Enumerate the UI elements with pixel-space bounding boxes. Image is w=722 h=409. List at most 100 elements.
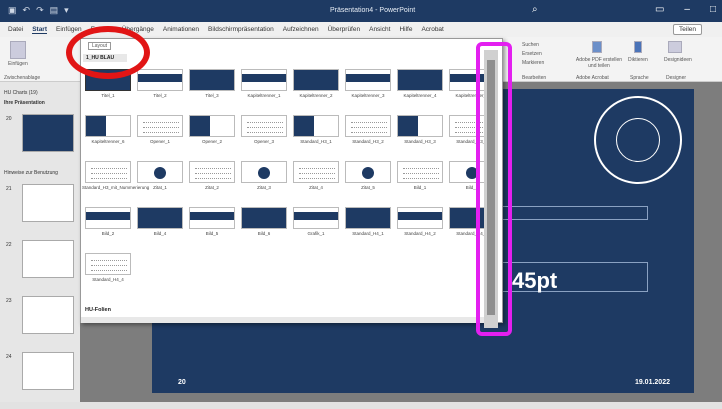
layout-option[interactable]: Standard_H3_2 <box>345 115 391 147</box>
layout-option-label: Opener_1 <box>149 139 170 144</box>
layout-option[interactable]: Kapiteltrenner_2 <box>293 69 339 101</box>
find-button[interactable]: Suchen <box>522 42 539 48</box>
layout-option-label: Standard_H3_3 <box>404 139 436 144</box>
slide-number: 20 <box>6 116 12 122</box>
layout-option[interactable]: Bild_6 <box>241 207 287 239</box>
layout-option-label: Bild_1 <box>413 185 427 190</box>
layout-option-label: Zitat_1 <box>153 185 167 190</box>
undo-icon[interactable]: ↶ <box>23 5 31 16</box>
slide-footer-date: 19.01.2022 <box>634 379 670 386</box>
slide-thumbnail-panel[interactable]: HU Charts (19) Ihre Präsentation 20 Hinw… <box>0 82 80 402</box>
layout-preview <box>137 69 183 91</box>
university-seal-logo <box>594 96 682 184</box>
layout-option-label: Titel_1 <box>101 93 115 98</box>
section-hinweise[interactable]: Hinweise zur Benutzung <box>4 170 58 176</box>
slide-thumbnail[interactable] <box>22 114 74 152</box>
layout-option-label: Kapiteltrenner_1 <box>247 93 281 98</box>
layout-option[interactable]: Standard_H4_1 <box>345 207 391 239</box>
layout-option[interactable]: Zitat_5 <box>345 161 391 193</box>
layout-preview <box>241 207 287 229</box>
layout-dropdown[interactable]: Layout <box>88 42 112 50</box>
layout-option-label: Bild_2 <box>101 231 115 236</box>
layout-preview <box>241 69 287 91</box>
layout-option[interactable]: Kapiteltrenner_3 <box>345 69 391 101</box>
slide-thumbnail[interactable] <box>22 184 74 222</box>
layout-option[interactable]: Standard_H3_mit_Nummerierung <box>82 161 149 193</box>
microphone-icon[interactable] <box>634 41 642 53</box>
group-designer: Designer <box>666 75 687 81</box>
layout-option[interactable]: Bild_5 <box>189 207 235 239</box>
layout-option[interactable]: Zitat_3 <box>241 161 287 193</box>
layout-option[interactable]: Opener_3 <box>241 115 287 147</box>
layout-option[interactable]: Bild_4 <box>137 207 183 239</box>
layout-option[interactable]: Zitat_1 <box>137 161 183 193</box>
select-button[interactable]: Markieren <box>522 60 544 66</box>
tab-datei[interactable]: Datei <box>8 26 23 33</box>
paste-icon[interactable] <box>10 41 26 59</box>
layout-option[interactable]: Standard_H4_4 <box>85 253 131 285</box>
paste-button-label[interactable]: Einfügen <box>8 61 28 67</box>
slide-number: 24 <box>6 354 12 360</box>
ribbon-display-icon[interactable]: ▭ <box>655 4 664 15</box>
save-icon[interactable]: ▣ <box>8 5 17 16</box>
tab-ansicht[interactable]: Ansicht <box>369 26 390 33</box>
layout-option[interactable]: Kapiteltrenner_1 <box>241 69 287 101</box>
designer-button[interactable]: Designideen <box>664 57 692 63</box>
designer-icon[interactable] <box>668 41 682 53</box>
slide-thumbnail[interactable] <box>22 240 74 278</box>
layout-preview <box>397 115 443 137</box>
tab-einfuegen[interactable]: Einfügen <box>56 26 82 33</box>
window-title: Präsentation4 - PowerPoint <box>330 7 416 14</box>
layout-option[interactable]: Standard_H4_2 <box>397 207 443 239</box>
layout-option[interactable]: Opener_2 <box>189 115 235 147</box>
layout-preview <box>293 69 339 91</box>
layout-preview <box>137 115 183 137</box>
share-button[interactable]: Teilen <box>673 24 702 35</box>
layout-preview <box>189 69 235 91</box>
layout-option-label: Kapiteltrenner_3 <box>351 93 385 98</box>
tab-start[interactable]: Start <box>32 26 47 34</box>
tab-animationen[interactable]: Animationen <box>163 26 199 33</box>
layout-option[interactable]: Bild_2 <box>85 207 131 239</box>
layout-option[interactable]: Bild_1 <box>397 161 443 193</box>
replace-button[interactable]: Ersetzen <box>522 51 542 57</box>
slide-number: 21 <box>6 186 12 192</box>
present-icon[interactable]: ▤ <box>50 5 59 16</box>
customize-icon[interactable]: ▾ <box>64 5 69 16</box>
slide-thumbnail[interactable] <box>22 296 74 334</box>
gallery-section-strip <box>81 317 491 323</box>
slide-placeholder-box[interactable] <box>498 206 648 220</box>
minimize-icon[interactable]: – <box>684 4 690 15</box>
adobe-pdf-button[interactable]: Adobe PDF erstellen und teilen <box>574 57 624 69</box>
layout-option[interactable]: Kapiteltrenner_6 <box>85 115 131 147</box>
layout-option[interactable]: Kapiteltrenner_4 <box>397 69 443 101</box>
section-ihre-praesentation[interactable]: Ihre Präsentation <box>4 100 45 106</box>
layout-option-label: Opener_2 <box>201 139 222 144</box>
tab-hilfe[interactable]: Hilfe <box>399 26 412 33</box>
adobe-pdf-icon[interactable] <box>592 41 602 53</box>
layout-option[interactable]: Grafik_1 <box>293 207 339 239</box>
tab-acrobat[interactable]: Acrobat <box>421 26 443 33</box>
redo-icon[interactable]: ↷ <box>36 5 44 16</box>
layout-option[interactable]: Titel_2 <box>137 69 183 101</box>
layout-option[interactable]: Standard_H3_1 <box>293 115 339 147</box>
layout-option[interactable]: Opener_1 <box>137 115 183 147</box>
dictate-button[interactable]: Diktieren <box>628 57 648 63</box>
tab-aufzeichnen[interactable]: Aufzeichnen <box>283 26 319 33</box>
layout-option[interactable]: Zitat_4 <box>293 161 339 193</box>
tab-bildschirmpraesentation[interactable]: Bildschirmpräsentation <box>208 26 274 33</box>
slide-thumbnail[interactable] <box>22 352 74 390</box>
layout-option[interactable]: Standard_H3_3 <box>397 115 443 147</box>
slide-number: 23 <box>6 298 12 304</box>
layout-option-label: Standard_H3_2 <box>352 139 384 144</box>
group-voice: Sprache <box>630 75 649 81</box>
layout-option-label: Zitat_3 <box>257 185 271 190</box>
maximize-icon[interactable]: □ <box>710 4 716 15</box>
red-highlight-circle <box>66 26 150 79</box>
tab-ueberpruefen[interactable]: Überprüfen <box>328 26 361 33</box>
search-icon[interactable]: ⌕ <box>532 4 538 15</box>
section-hu-charts[interactable]: HU Charts (19) <box>4 90 38 96</box>
layout-preview <box>397 161 443 183</box>
layout-option[interactable]: Zitat_2 <box>189 161 235 193</box>
layout-option[interactable]: Titel_3 <box>189 69 235 101</box>
